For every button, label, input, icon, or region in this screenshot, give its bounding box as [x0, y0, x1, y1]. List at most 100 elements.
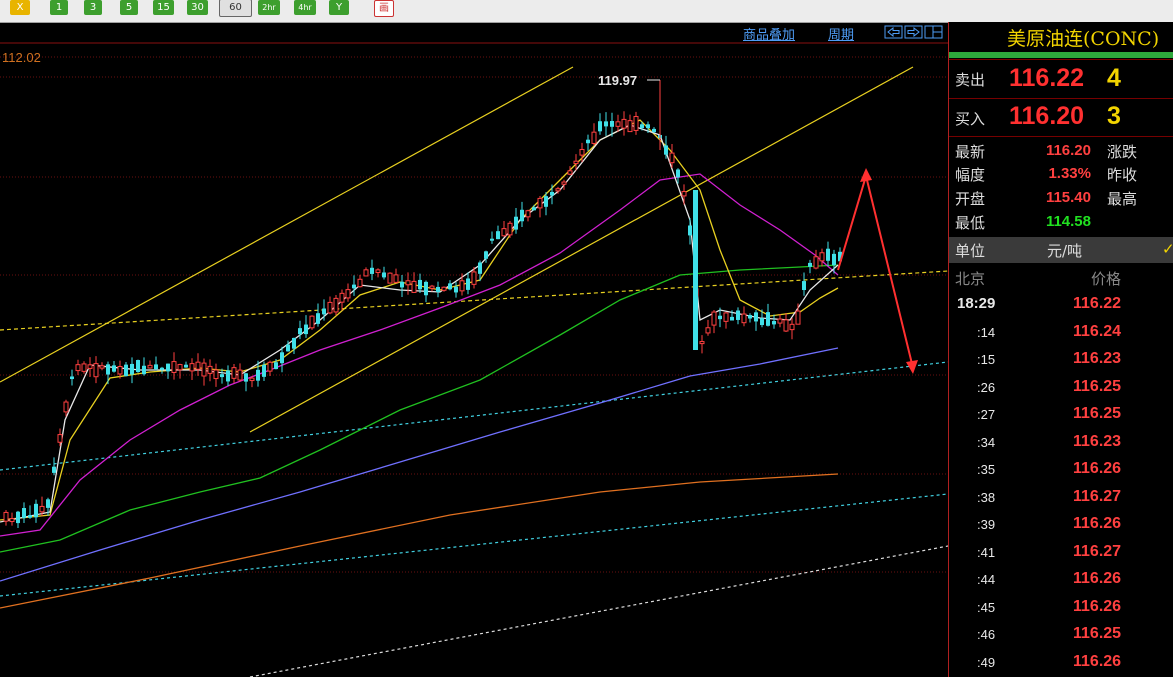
candle-body [627, 120, 633, 133]
forecast-arrows [837, 168, 918, 374]
candle-body [70, 376, 74, 380]
candle-body [316, 313, 320, 324]
tick-time: :39 [977, 517, 996, 532]
candle-body [22, 508, 26, 519]
buy-volume: 3 [1107, 102, 1121, 130]
candle-body [112, 365, 116, 372]
candle-body [832, 253, 836, 266]
period-button-1m[interactable]: 1 [50, 0, 68, 15]
candle-body [646, 124, 650, 129]
quote-panel: 美原油连(CONC) 卖出 116.22 4 买入 116.20 3 最新 11… [948, 22, 1173, 677]
candle-body [795, 310, 801, 325]
tick-row: :49 116.26 [949, 650, 1173, 677]
period-button-2hr[interactable]: 2hr [258, 0, 280, 15]
tick-time: :45 [977, 599, 996, 615]
tick-price: 116.23 [1073, 432, 1122, 450]
tick-row: :44 116.26 [949, 567, 1173, 594]
ma-orange-line [0, 473, 839, 609]
candle-body [424, 281, 428, 296]
candle-body [514, 216, 518, 230]
tick-time: :34 [977, 434, 996, 450]
candle-body [604, 121, 608, 127]
draw-tool-button[interactable]: 画 [374, 0, 394, 17]
candle-body [766, 312, 770, 326]
tick-row: :38 116.27 [949, 485, 1173, 512]
candle-body [28, 515, 32, 518]
stat-value: 114.58 [1045, 213, 1091, 230]
candle-body [370, 267, 374, 274]
candle-body [387, 272, 393, 284]
tick-row: :15 116.23 [949, 347, 1173, 374]
title-underline [949, 52, 1173, 58]
period-button-4hr[interactable]: 4hr [294, 0, 316, 15]
price-chart[interactable]: 112.02 119.97 [0, 22, 948, 677]
candle-body [436, 286, 440, 293]
candle-body [789, 323, 795, 331]
tick-time: 18:29 [957, 295, 996, 312]
candle-body [699, 341, 705, 345]
period-button-5m[interactable]: 5 [120, 0, 138, 15]
arrow-left-icon[interactable] [884, 25, 903, 39]
candle-body [357, 278, 363, 288]
period-button-x[interactable]: X [10, 0, 30, 15]
period-button-60m[interactable]: 60 [219, 0, 252, 17]
period-button-15m[interactable]: 15 [153, 0, 174, 15]
candle-body [333, 297, 339, 313]
candle-body [633, 116, 639, 131]
candle-body [586, 139, 590, 144]
candle-body [9, 518, 15, 523]
high-price-annotation: 119.97 [598, 73, 637, 88]
overlay-symbol-link[interactable]: 商品叠加 [743, 24, 795, 43]
candle-body [760, 318, 764, 326]
arrow-right-icon[interactable] [904, 25, 923, 39]
buy-quote-row: 买入 116.20 3 [949, 100, 1173, 136]
candle-body [382, 272, 386, 278]
candle-body [808, 262, 812, 267]
tick-time: :41 [977, 544, 996, 560]
candle-body [555, 188, 561, 192]
candle-body [544, 196, 548, 207]
candle-body [201, 362, 207, 377]
candle-body [213, 369, 219, 380]
tick-time: :38 [977, 489, 996, 505]
candle-body [375, 269, 381, 273]
sell-volume: 4 [1107, 64, 1121, 92]
candle-body [136, 360, 140, 372]
candle-body [459, 280, 465, 292]
tick-time: :14 [977, 324, 996, 340]
tick-row: 18:29 116.22 [949, 292, 1173, 319]
tick-price: 116.25 [1073, 625, 1122, 642]
candle-body [189, 363, 195, 372]
stat-value: 115.40 [1045, 189, 1091, 206]
candle-body [681, 191, 687, 197]
period-button-y[interactable]: Y [329, 0, 349, 15]
period-button-3m[interactable]: 3 [84, 0, 102, 15]
tick-time: :27 [977, 407, 996, 422]
period-button-30m[interactable]: 30 [187, 0, 208, 15]
stat-label: 开盘 [955, 190, 986, 208]
candle-body [640, 124, 644, 129]
tick-price: 116.25 [1073, 405, 1122, 422]
candle-body [826, 248, 830, 261]
stat-row-last: 最新 116.20 涨跌 [949, 139, 1173, 164]
candle-body [748, 315, 752, 319]
tick-time: :35 [977, 462, 996, 477]
candle-body [471, 271, 477, 285]
arrow-up-icon [860, 168, 872, 182]
stat-label: 最新 [955, 143, 986, 161]
split-view-icon[interactable] [924, 25, 943, 39]
candle-body [441, 286, 447, 291]
candle-body [3, 511, 9, 522]
candle-body [220, 374, 224, 378]
price-axis-top-label: 112.02 [2, 50, 41, 65]
candle-body [130, 363, 134, 375]
candle-body [802, 281, 806, 291]
candle-body [166, 363, 170, 372]
candle-body [525, 210, 531, 218]
candle-body [87, 364, 93, 369]
candle-body [693, 190, 698, 350]
candle-body [184, 364, 188, 368]
candle-body [147, 364, 153, 369]
candle-body [711, 311, 717, 326]
period-link[interactable]: 周期 [828, 24, 854, 43]
